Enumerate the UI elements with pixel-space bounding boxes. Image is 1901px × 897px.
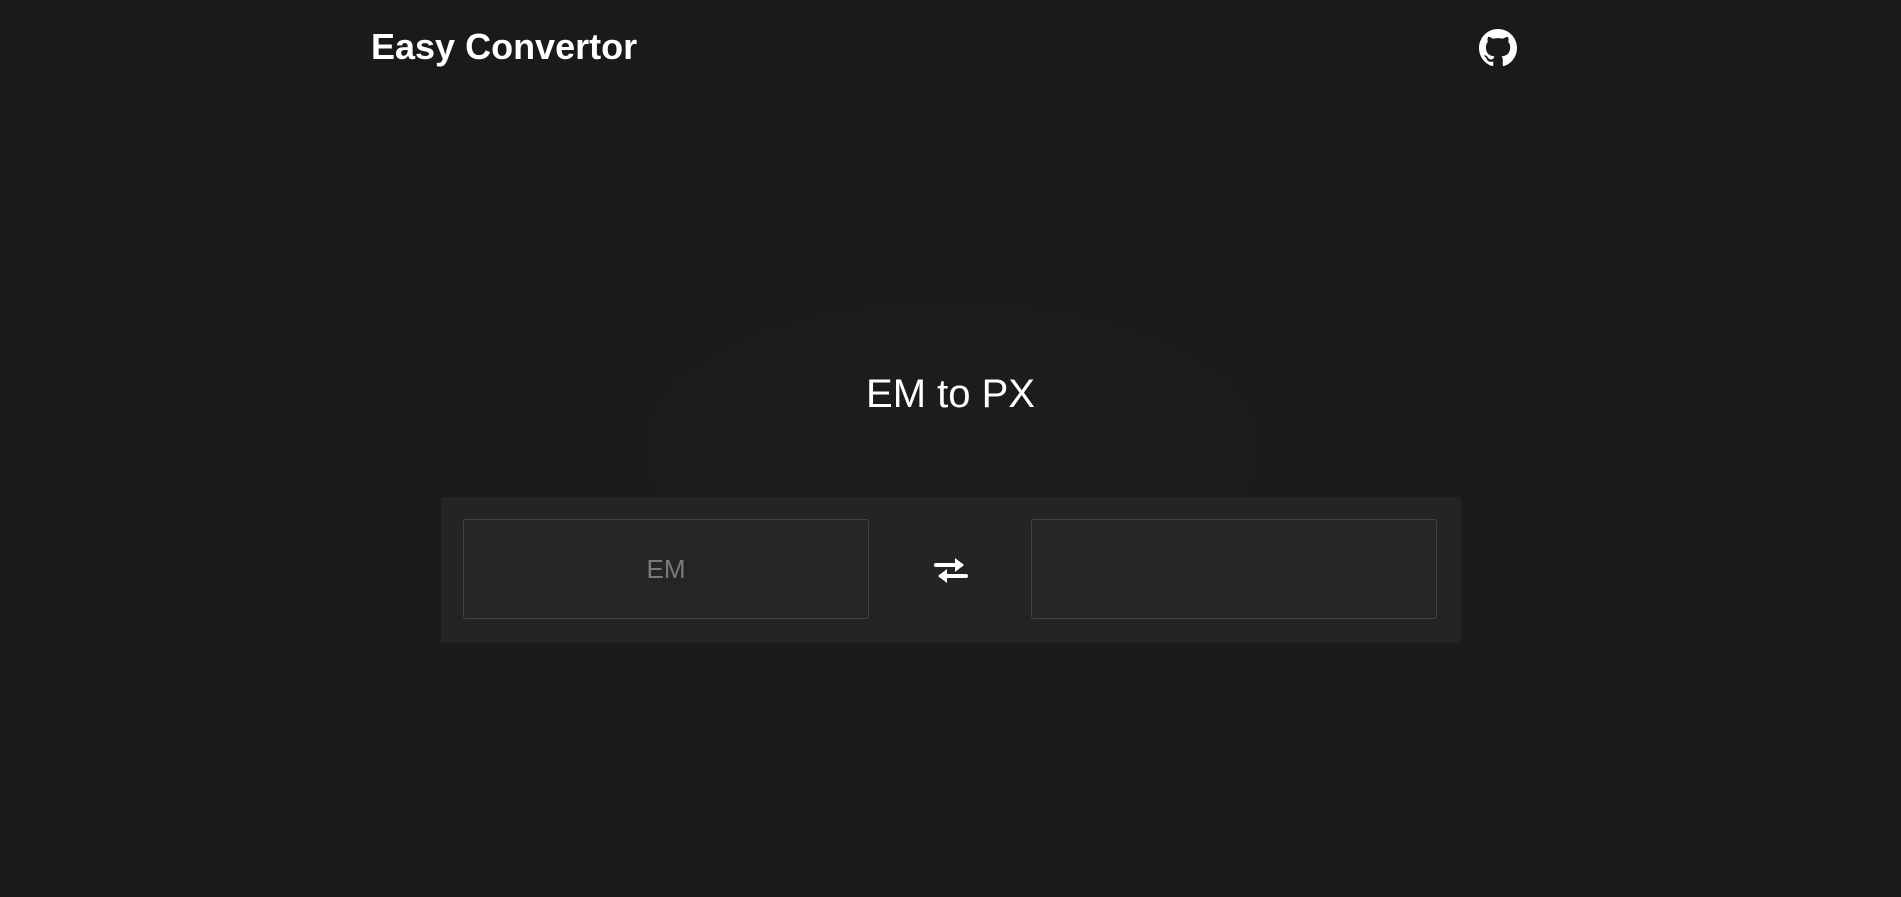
app-title: Easy Convertor (371, 26, 638, 67)
px-output[interactable] (1031, 519, 1437, 619)
github-link[interactable] (1479, 29, 1517, 67)
page-title: EM to PX (866, 372, 1035, 416)
header: Easy Convertor (371, 0, 1517, 95)
em-input[interactable] (463, 519, 869, 619)
page: Easy Convertor EM to PX (0, 0, 1901, 897)
swap-arrows-icon (933, 552, 969, 588)
swap-button[interactable] (923, 545, 979, 595)
github-icon (1479, 29, 1517, 67)
converter-panel (441, 497, 1461, 643)
